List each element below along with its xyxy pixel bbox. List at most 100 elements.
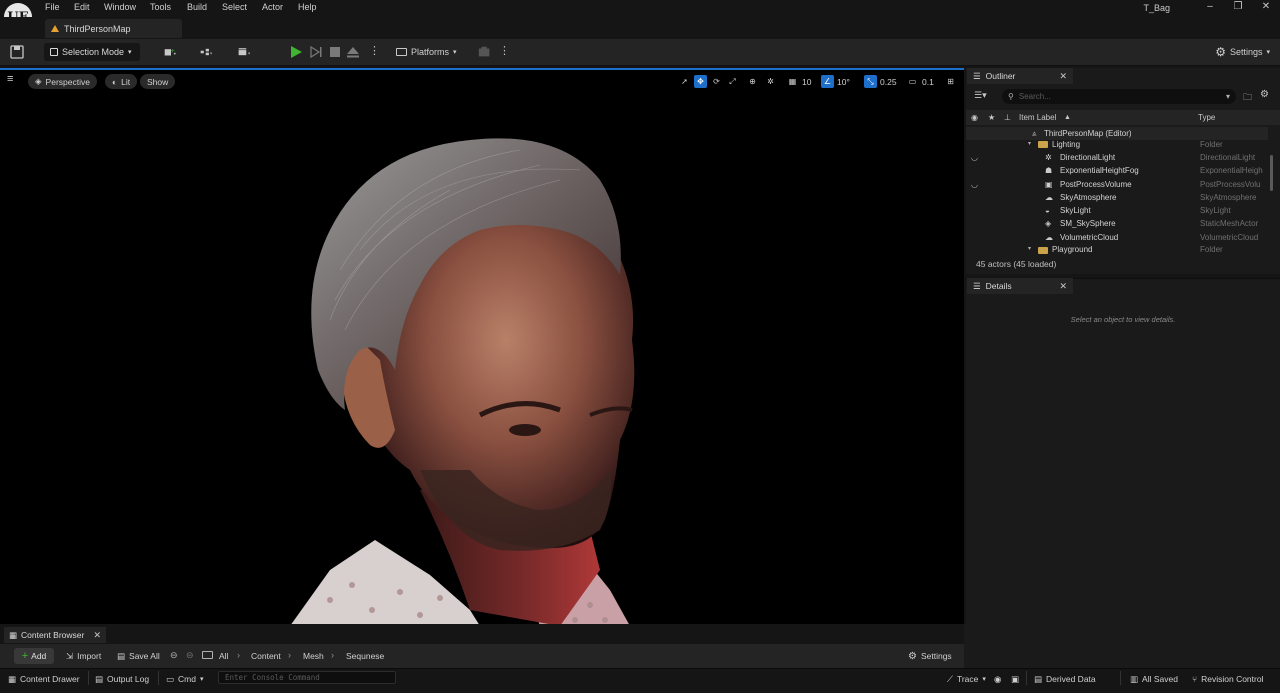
eject-icon[interactable] (346, 45, 360, 59)
gear-icon: ⚙ (1215, 45, 1226, 59)
cmd-label: Cmd (178, 674, 196, 684)
folder-icon[interactable] (202, 651, 213, 659)
scale-tool-icon[interactable]: ⤢ (726, 75, 739, 88)
breadcrumb-sequnese[interactable]: Sequnese (346, 651, 384, 661)
close-icon[interactable]: ✕ (1059, 281, 1067, 292)
level-tab[interactable]: ThirdPersonMap (45, 19, 182, 38)
tree-row-postprocessvolume[interactable]: ◡ ▣ PostProcessVolume PostProcessVolu (966, 178, 1268, 191)
rotation-snap[interactable]: ∠ 10° (821, 74, 850, 89)
cmd-dropdown[interactable]: ▭ Cmd ▾ (166, 672, 204, 686)
breadcrumb-all[interactable]: All (219, 651, 228, 661)
record-icon[interactable]: ◉ (994, 672, 1001, 686)
view-mode-button[interactable]: ◐ Lit (105, 74, 138, 89)
translate-tool-icon[interactable]: ✥ (694, 75, 707, 88)
level-viewport[interactable]: ≡ ◈ Perspective ◐ Lit Show ➚ ✥ ⟳ ⤢ ⊕ ✲ ▦… (0, 68, 964, 624)
platforms-label: Platforms (411, 47, 450, 57)
history-forward-icon[interactable]: ⊖ (186, 650, 194, 661)
revision-control-button[interactable]: ⑂ Revision Control (1192, 672, 1263, 686)
content-settings-button[interactable]: ⚙ Settings (908, 648, 952, 664)
world-local-icon[interactable]: ⊕ (746, 74, 759, 89)
menu-window[interactable]: Window (104, 2, 136, 12)
platforms-dropdown[interactable]: Platforms ▾ (396, 43, 457, 61)
minimize-button[interactable]: – (1203, 1, 1217, 12)
more-options-icon[interactable]: ⋮ (369, 44, 380, 57)
menu-help[interactable]: Help (298, 2, 317, 12)
console-command-input[interactable]: Enter Console Command (218, 671, 396, 684)
menu-tools[interactable]: Tools (150, 2, 171, 12)
import-label: Import (77, 651, 102, 661)
breadcrumb-content[interactable]: Content (251, 651, 281, 661)
tree-row-exponentialheightfog[interactable]: ☗ ExponentialHeightFog ExponentialHeigh (966, 164, 1268, 177)
outliner-scrollbar[interactable] (1270, 155, 1273, 191)
filter-icon[interactable]: ☰▾ (974, 90, 987, 101)
camera-speed[interactable]: ▭ 0.1 (906, 74, 934, 89)
import-button[interactable]: ⇲ Import (66, 648, 101, 664)
grid-snap[interactable]: ▦ 10 (786, 74, 812, 89)
selection-mode-dropdown[interactable]: Selection Mode ▾ (44, 43, 140, 61)
visibility-column-icon[interactable]: ◉ (971, 113, 978, 122)
item-label-column[interactable]: Item Label (1019, 113, 1056, 122)
pinned-column-icon[interactable]: ★ (988, 113, 995, 122)
pin-icon[interactable]: ⊥ (1004, 113, 1011, 122)
tree-row-lighting-folder[interactable]: ▾ Lighting Folder (966, 138, 1268, 151)
perspective-button[interactable]: ◈ Perspective (28, 74, 97, 89)
add-actor-icon[interactable]: +▾ (164, 45, 178, 59)
close-icon[interactable]: ✕ (1059, 71, 1067, 82)
menu-actor[interactable]: Actor (262, 2, 283, 12)
rotate-tool-icon[interactable]: ⟳ (710, 75, 723, 88)
actor-count: 45 actors (45 loaded) (976, 259, 1057, 269)
tree-row-skylight[interactable]: ◒ SkyLight SkyLight (966, 204, 1268, 217)
save-all-button[interactable]: ▤ Save All (117, 648, 160, 664)
tree-row-skyatmosphere[interactable]: ☁ SkyAtmosphere SkyAtmosphere (966, 191, 1268, 204)
project-launcher-icon[interactable] (478, 45, 492, 59)
save-icon[interactable] (10, 45, 24, 59)
gear-icon[interactable]: ⚙ (1260, 89, 1269, 100)
breadcrumb-mesh[interactable]: Mesh (303, 651, 324, 661)
trace-dropdown[interactable]: ⟋ Trace ▾ (947, 672, 986, 686)
surface-snap-icon[interactable]: ✲ (764, 74, 777, 89)
advance-frame-icon[interactable] (309, 45, 323, 59)
restore-button[interactable]: ❐ (1231, 1, 1245, 12)
derived-data-button[interactable]: ▤ Derived Data (1034, 672, 1096, 686)
menu-file[interactable]: File (45, 2, 60, 12)
history-back-icon[interactable]: ⊖ (170, 650, 178, 661)
output-log-button[interactable]: ▤ Output Log (95, 672, 149, 686)
add-folder-icon[interactable]: 🗀 (1243, 90, 1252, 106)
tree-type: StaticMeshActor (1200, 219, 1259, 228)
cinematics-icon[interactable]: ▾ (238, 45, 252, 59)
blueprint-icon[interactable]: ▾ (200, 45, 214, 59)
stop-icon[interactable] (328, 45, 342, 59)
more-options-icon[interactable]: ⋮ (499, 44, 510, 57)
details-tab[interactable]: ☰ Details ✕ (967, 278, 1073, 294)
tree-row-sm-skysphere[interactable]: ◈ SM_SkySphere StaticMeshActor (966, 217, 1268, 230)
outliner-search-input[interactable]: ⚲ Search... ▾ (1002, 89, 1236, 104)
eye-icon[interactable]: ◡ (971, 180, 978, 189)
close-window-button[interactable]: ✕ (1259, 1, 1273, 12)
maximize-viewport-icon[interactable]: ⊞ (944, 74, 957, 89)
menu-edit[interactable]: Edit (74, 2, 90, 12)
eye-icon[interactable]: ◡ (971, 153, 978, 162)
tree-label: SkyAtmosphere (1060, 193, 1117, 202)
add-button[interactable]: + Add (14, 648, 54, 664)
settings-dropdown[interactable]: ⚙ Settings ▾ (1215, 43, 1270, 61)
screenshot-icon[interactable]: ▣ (1011, 672, 1019, 686)
project-name: T_Bag (1143, 3, 1170, 13)
play-icon[interactable] (289, 45, 303, 59)
tree-row-directionallight[interactable]: ◡ ✲ DirectionalLight DirectionalLight (966, 151, 1268, 164)
all-saved-button[interactable]: ▥ All Saved (1130, 672, 1178, 686)
menu-select[interactable]: Select (222, 2, 247, 12)
show-button[interactable]: Show (140, 74, 176, 89)
tree-row-volumetriccloud[interactable]: ☁ VolumetricCloud VolumetricCloud (966, 231, 1268, 244)
type-column[interactable]: Type (1198, 113, 1215, 122)
scale-snap[interactable]: ⤡ 0.25 (864, 74, 897, 89)
select-tool-icon[interactable]: ➚ (678, 75, 691, 88)
hamburger-menu-icon[interactable]: ≡ (7, 73, 13, 85)
tree-row-playground-folder[interactable]: ▾ Playground Folder (966, 244, 1268, 254)
cursor-icon (50, 48, 58, 56)
content-browser-title: Content Browser (21, 630, 85, 640)
menu-build[interactable]: Build (187, 2, 207, 12)
content-drawer-button[interactable]: ▦ Content Drawer (8, 672, 80, 686)
outliner-tab[interactable]: ☰ Outliner ✕ (967, 68, 1073, 84)
content-browser-tab[interactable]: ▦ Content Browser ✕ (4, 627, 106, 643)
close-icon[interactable]: ✕ (93, 630, 101, 641)
